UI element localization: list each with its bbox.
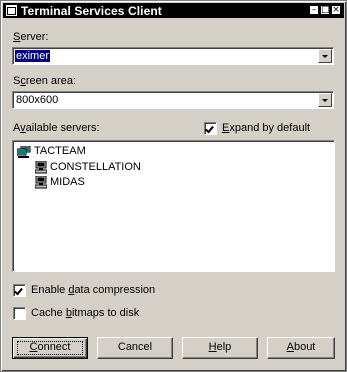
cache-bitmaps-checkbox[interactable] [13, 307, 26, 320]
enable-data-compression-label[interactable]: Enable data compression [31, 284, 155, 297]
close-icon[interactable]: × [331, 5, 341, 15]
terminal-services-client-window: Terminal Services Client – □ × Server: e… [0, 0, 347, 372]
expand-by-default-label[interactable]: Expand by default [222, 122, 310, 135]
screen-area-value: 800x600 [16, 94, 59, 106]
server-label-constellation: CONSTELLATION [50, 161, 141, 173]
cache-bitmaps-label[interactable]: Cache bitmaps to disk [31, 307, 139, 320]
title-bar[interactable]: Terminal Services Client – □ × [3, 3, 344, 18]
app-window-icon [6, 5, 17, 16]
available-servers-label: Available servers: [13, 122, 100, 134]
help-button[interactable]: Help [182, 337, 258, 359]
screen-area-combobox[interactable]: 800x600 [12, 91, 334, 109]
server-value: eximer [15, 50, 51, 62]
connect-button[interactable]: Connect [12, 337, 88, 359]
server-dropdown-icon[interactable] [318, 49, 332, 63]
window-controls: – □ × [309, 5, 341, 15]
about-button[interactable]: About [267, 337, 335, 359]
maximize-icon[interactable]: □ [320, 5, 330, 15]
server-label: Server: [13, 31, 49, 43]
network-domain-icon [17, 145, 31, 158]
focus-rectangle [17, 341, 83, 355]
minimize-icon[interactable]: – [309, 5, 319, 15]
screen-area-label: Screen area: [13, 75, 76, 87]
computer-icon [35, 176, 47, 189]
enable-data-compression-checkbox[interactable] [13, 284, 26, 297]
tree-item-server[interactable]: CONSTELLATION [35, 161, 141, 174]
screen-area-dropdown-icon[interactable] [318, 93, 332, 107]
expand-by-default-checkbox[interactable] [204, 122, 217, 135]
server-label-midas: MIDAS [50, 176, 85, 188]
server-tree[interactable]: TACTEAM CONSTELLATION MIDAS [12, 140, 335, 272]
server-combobox[interactable]: eximer [12, 47, 334, 65]
window-title: Terminal Services Client [21, 3, 162, 18]
tree-item-server[interactable]: MIDAS [35, 176, 85, 189]
domain-label: TACTEAM [34, 145, 86, 157]
tree-item-domain[interactable]: TACTEAM [17, 145, 86, 158]
cancel-button[interactable]: Cancel [97, 337, 173, 359]
computer-icon [35, 161, 47, 174]
